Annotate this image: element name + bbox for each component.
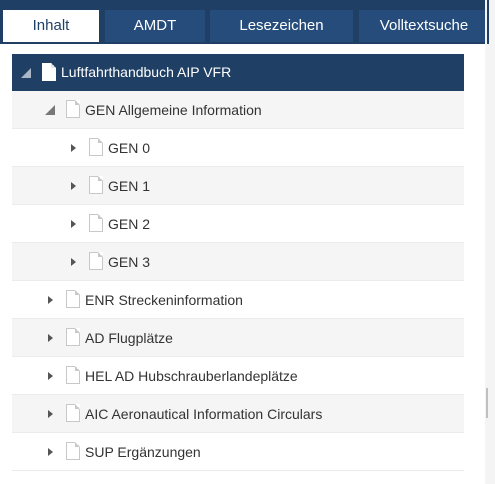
scrollbar-top-edge (487, 0, 489, 44)
tree-item-label: GEN Allgemeine Information (85, 102, 262, 118)
tree-item-gen-1[interactable]: GEN 1 (12, 167, 464, 205)
tree-item-label: HEL AD Hubschrauberlandeplätze (85, 368, 298, 384)
expand-icon[interactable] (44, 395, 56, 433)
collapse-icon[interactable] (20, 54, 32, 92)
tree-item-label: GEN 3 (108, 254, 151, 270)
expand-icon[interactable] (67, 243, 79, 281)
tab-volltextsuche[interactable]: Volltextsuche (359, 10, 485, 42)
tree-item-label: GEN 1 (108, 178, 151, 194)
document-icon (89, 138, 103, 156)
tree-item-gen-3[interactable]: GEN 3 (12, 243, 464, 281)
expand-icon[interactable] (67, 167, 79, 205)
collapse-icon[interactable] (44, 91, 56, 129)
tab-amdt[interactable]: AMDT (105, 10, 205, 42)
document-icon (89, 214, 103, 232)
tree-item-label: SUP Ergänzungen (85, 444, 201, 460)
tree-item-gen-0[interactable]: GEN 0 (12, 129, 464, 167)
document-icon (66, 290, 80, 308)
document-icon (66, 442, 80, 460)
expand-icon[interactable] (44, 357, 56, 395)
expand-icon[interactable] (44, 319, 56, 357)
document-icon (89, 252, 103, 270)
tree-root-label: Luftfahrthandbuch AIP VFR (61, 64, 232, 80)
tree-item-label: AD Flugplätze (85, 330, 173, 346)
tree-root-item[interactable]: Luftfahrthandbuch AIP VFR (12, 54, 464, 91)
tree-item-gen[interactable]: GEN Allgemeine Information (12, 91, 464, 129)
document-icon (66, 328, 80, 346)
tab-bar: Inhalt AMDT Lesezeichen Volltextsuche (0, 0, 485, 44)
tree-item-label: ENR Streckeninformation (85, 292, 243, 308)
tree-item-hel-ad[interactable]: HEL AD Hubschrauberlandeplätze (12, 357, 464, 395)
expand-icon[interactable] (44, 433, 56, 471)
document-icon (42, 63, 56, 81)
tree-item-label: AIC Aeronautical Information Circulars (85, 406, 323, 422)
tree-item-sup[interactable]: SUP Ergänzungen (12, 433, 464, 471)
scrollbar-thumb[interactable] (486, 388, 488, 418)
tree-item-ad[interactable]: AD Flugplätze (12, 319, 464, 357)
tree-item-aic[interactable]: AIC Aeronautical Information Circulars (12, 395, 464, 433)
tree-item-gen-2[interactable]: GEN 2 (12, 205, 464, 243)
tab-lesezeichen[interactable]: Lesezeichen (210, 10, 353, 42)
tab-inhalt[interactable]: Inhalt (3, 10, 99, 42)
expand-icon[interactable] (44, 281, 56, 319)
expand-icon[interactable] (67, 129, 79, 167)
document-icon (66, 366, 80, 384)
vertical-scrollbar[interactable] (485, 0, 495, 484)
tree-item-label: GEN 2 (108, 216, 151, 232)
document-icon (66, 100, 80, 118)
tree-item-label: GEN 0 (108, 140, 151, 156)
document-icon (66, 404, 80, 422)
document-icon (89, 176, 103, 194)
expand-icon[interactable] (67, 205, 79, 243)
tree-item-enr[interactable]: ENR Streckeninformation (12, 281, 464, 319)
